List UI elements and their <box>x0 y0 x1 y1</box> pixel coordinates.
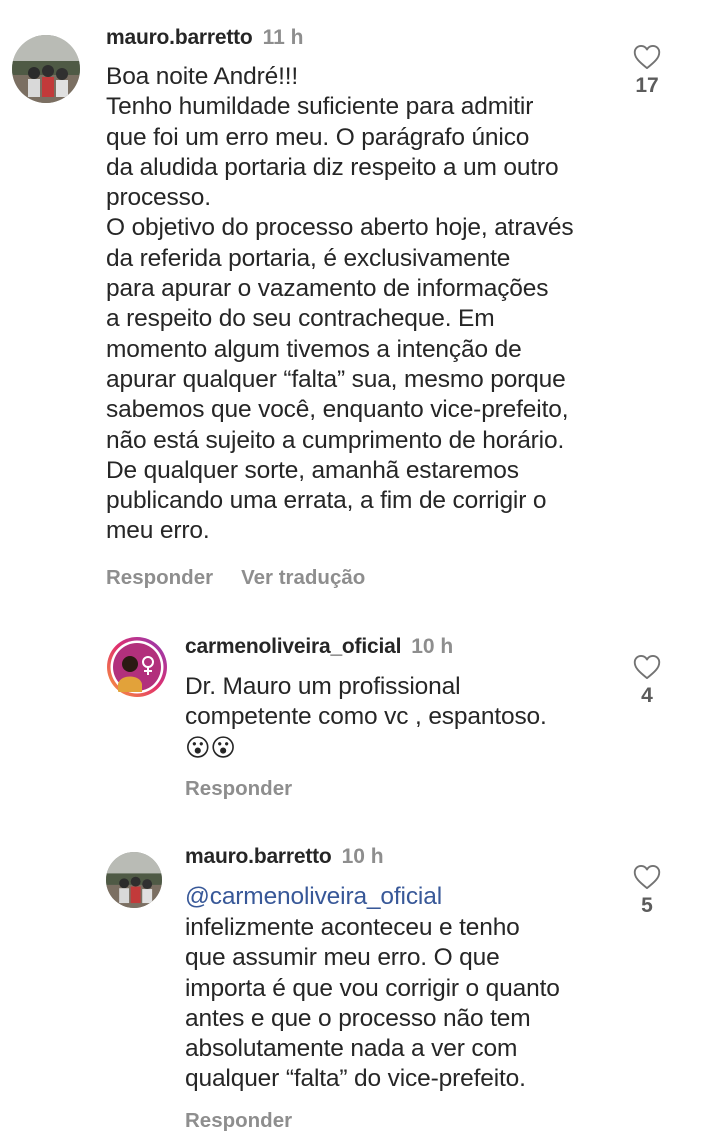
reply-button[interactable]: Responder <box>185 777 292 800</box>
comment-3: mauro.barretto 10 h @carmenoliveira_ofici… <box>0 830 703 1141</box>
mention-link[interactable]: @carmenoliveira_oficial <box>185 883 442 910</box>
username[interactable]: carmenoliveira_oficial <box>185 635 401 658</box>
timestamp: 10 h <box>411 635 454 658</box>
like-control: 17 <box>627 44 667 98</box>
reply-button[interactable]: Responder <box>185 1109 292 1132</box>
avatar-mauro-barretto[interactable] <box>106 852 162 908</box>
comment-2: carmenoliveira_oficial 10 h Dr. Mauro um … <box>0 620 703 820</box>
comment-header: mauro.barretto 10 h <box>185 844 384 870</box>
timestamp: 11 h <box>262 26 304 49</box>
comment-actions: Responder Ver tradução <box>106 565 365 591</box>
comment-actions: Responder <box>185 776 292 802</box>
heart-outline-icon[interactable] <box>633 864 661 890</box>
comment-emoji: 😮😮 <box>185 735 236 762</box>
reply-button[interactable]: Responder <box>106 566 213 589</box>
comment-actions: Responder <box>185 1108 292 1134</box>
like-control: 4 <box>627 654 667 708</box>
avatar-photo <box>12 35 80 103</box>
comment-text: Boa noite André!!! Tenho humildade sufic… <box>106 63 574 545</box>
avatar-photo <box>106 852 162 908</box>
avatar-carmenoliveira[interactable] <box>106 636 168 698</box>
comment-header: mauro.barretto 11 h <box>106 25 303 51</box>
heart-outline-icon[interactable] <box>633 44 661 70</box>
translate-button[interactable]: Ver tradução <box>241 566 365 589</box>
username[interactable]: mauro.barretto <box>106 26 253 49</box>
comment-header: carmenoliveira_oficial 10 h <box>185 634 453 660</box>
heart-outline-icon[interactable] <box>633 654 661 680</box>
like-count: 17 <box>635 74 659 97</box>
like-control: 5 <box>627 864 667 918</box>
comment-mention: @carmenoliveira_oficial <box>185 882 625 912</box>
like-count: 4 <box>641 684 653 707</box>
avatar-photo <box>107 637 167 697</box>
username[interactable]: mauro.barretto <box>185 845 332 868</box>
avatar-mauro-barretto[interactable] <box>12 35 80 103</box>
comment-text: infelizmente aconteceu e tenho que assum… <box>185 914 560 1093</box>
comment-text: Dr. Mauro um profissional competente com… <box>185 673 547 731</box>
timestamp: 10 h <box>341 845 384 868</box>
like-count: 5 <box>641 894 653 917</box>
comment-1: mauro.barretto 11 h Boa noite André!!! Te… <box>0 0 703 610</box>
